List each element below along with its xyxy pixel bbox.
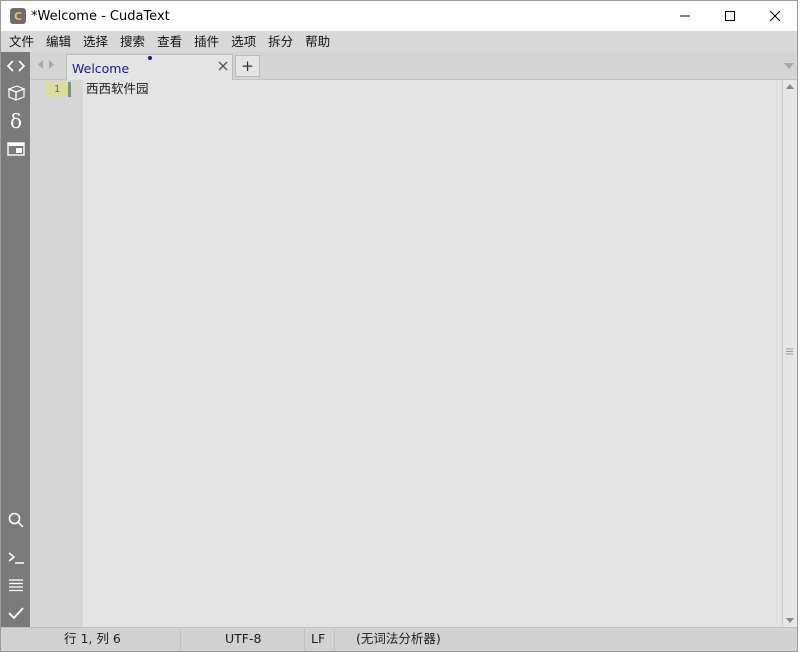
project-icon [6, 85, 26, 101]
menu-options[interactable]: 选项 [225, 31, 262, 52]
sidebar-console-button[interactable] [3, 546, 28, 570]
minimize-icon [679, 15, 690, 17]
tab-scroll-right-icon[interactable] [48, 60, 54, 69]
side-toolbar: δ [1, 52, 30, 627]
delta-icon: δ [9, 110, 21, 132]
minimize-button[interactable] [662, 1, 707, 31]
line-number-gutter: 1 [30, 80, 83, 627]
menu-bar: 文件 编辑 选择 搜索 查看 插件 选项 拆分 帮助 [1, 31, 797, 52]
tab-list-chevron-icon[interactable] [784, 63, 794, 69]
cudatext-app-icon: C [10, 8, 26, 24]
menu-help[interactable]: 帮助 [299, 31, 336, 52]
line-number: 1 [46, 82, 68, 97]
tab-scroll-left-icon[interactable] [38, 60, 44, 69]
editor-area[interactable]: 1 西西软件园 [30, 80, 797, 627]
sidebar-validate-button[interactable] [3, 601, 28, 625]
tab-close-icon[interactable] [217, 60, 229, 72]
sidebar-output-button[interactable] [3, 573, 28, 597]
app-window: C *Welcome - CudaText 文件 编辑 选择 搜索 查看 插件 … [0, 0, 798, 652]
sidebar-search-button[interactable] [3, 508, 28, 532]
svg-text:δ: δ [9, 110, 21, 132]
status-line-ending[interactable]: LF [311, 628, 325, 651]
maximize-button[interactable] [707, 1, 752, 31]
code-tree-icon [6, 60, 25, 72]
status-divider [304, 628, 305, 651]
new-tab-button[interactable]: + [235, 55, 260, 77]
sidebar-project-button[interactable] [3, 81, 28, 105]
tab-bar: Welcome + [30, 52, 797, 80]
modified-line-marker [68, 82, 71, 97]
sidebar-delta-button[interactable]: δ [3, 109, 28, 133]
validate-icon [7, 607, 24, 620]
menu-selection[interactable]: 选择 [77, 31, 114, 52]
window-title: *Welcome - CudaText [31, 8, 170, 24]
menu-edit[interactable]: 编辑 [40, 31, 77, 52]
tab-welcome[interactable]: Welcome [66, 54, 233, 80]
maximize-icon [724, 11, 735, 21]
status-encoding[interactable]: UTF-8 [225, 628, 261, 651]
console-icon [8, 552, 24, 564]
modified-indicator [148, 56, 152, 60]
status-divider [180, 628, 181, 651]
menu-plugins[interactable]: 插件 [188, 31, 225, 52]
sidebar-code-tree-button[interactable] [3, 54, 28, 78]
menu-search[interactable]: 搜索 [114, 31, 151, 52]
close-window-button[interactable] [752, 1, 797, 31]
sidebar-tabs-button[interactable] [3, 137, 28, 161]
vertical-scrollbar[interactable] [782, 80, 797, 627]
output-icon [8, 579, 23, 592]
title-bar: C *Welcome - CudaText [1, 1, 797, 31]
scroll-up-icon[interactable] [786, 84, 794, 89]
status-lexer[interactable]: (无词法分析器) [356, 628, 441, 651]
search-panel-icon [8, 512, 24, 528]
menu-split[interactable]: 拆分 [262, 31, 299, 52]
menu-view[interactable]: 查看 [151, 31, 188, 52]
close-icon [769, 10, 780, 22]
scroll-grip-icon[interactable] [786, 348, 793, 355]
scroll-down-icon[interactable] [786, 618, 794, 623]
tabs-panel-icon [6, 142, 25, 156]
status-bar: 行 1, 列 6 UTF-8 LF (无词法分析器) [1, 627, 797, 651]
window-controls [662, 1, 797, 31]
status-divider [334, 628, 335, 651]
tab-scroll-arrows [38, 60, 54, 69]
menu-file[interactable]: 文件 [3, 31, 40, 52]
tab-title: Welcome [72, 61, 130, 76]
code-line[interactable]: 西西软件园 [86, 81, 149, 97]
status-caret-position[interactable]: 行 1, 列 6 [64, 628, 121, 651]
